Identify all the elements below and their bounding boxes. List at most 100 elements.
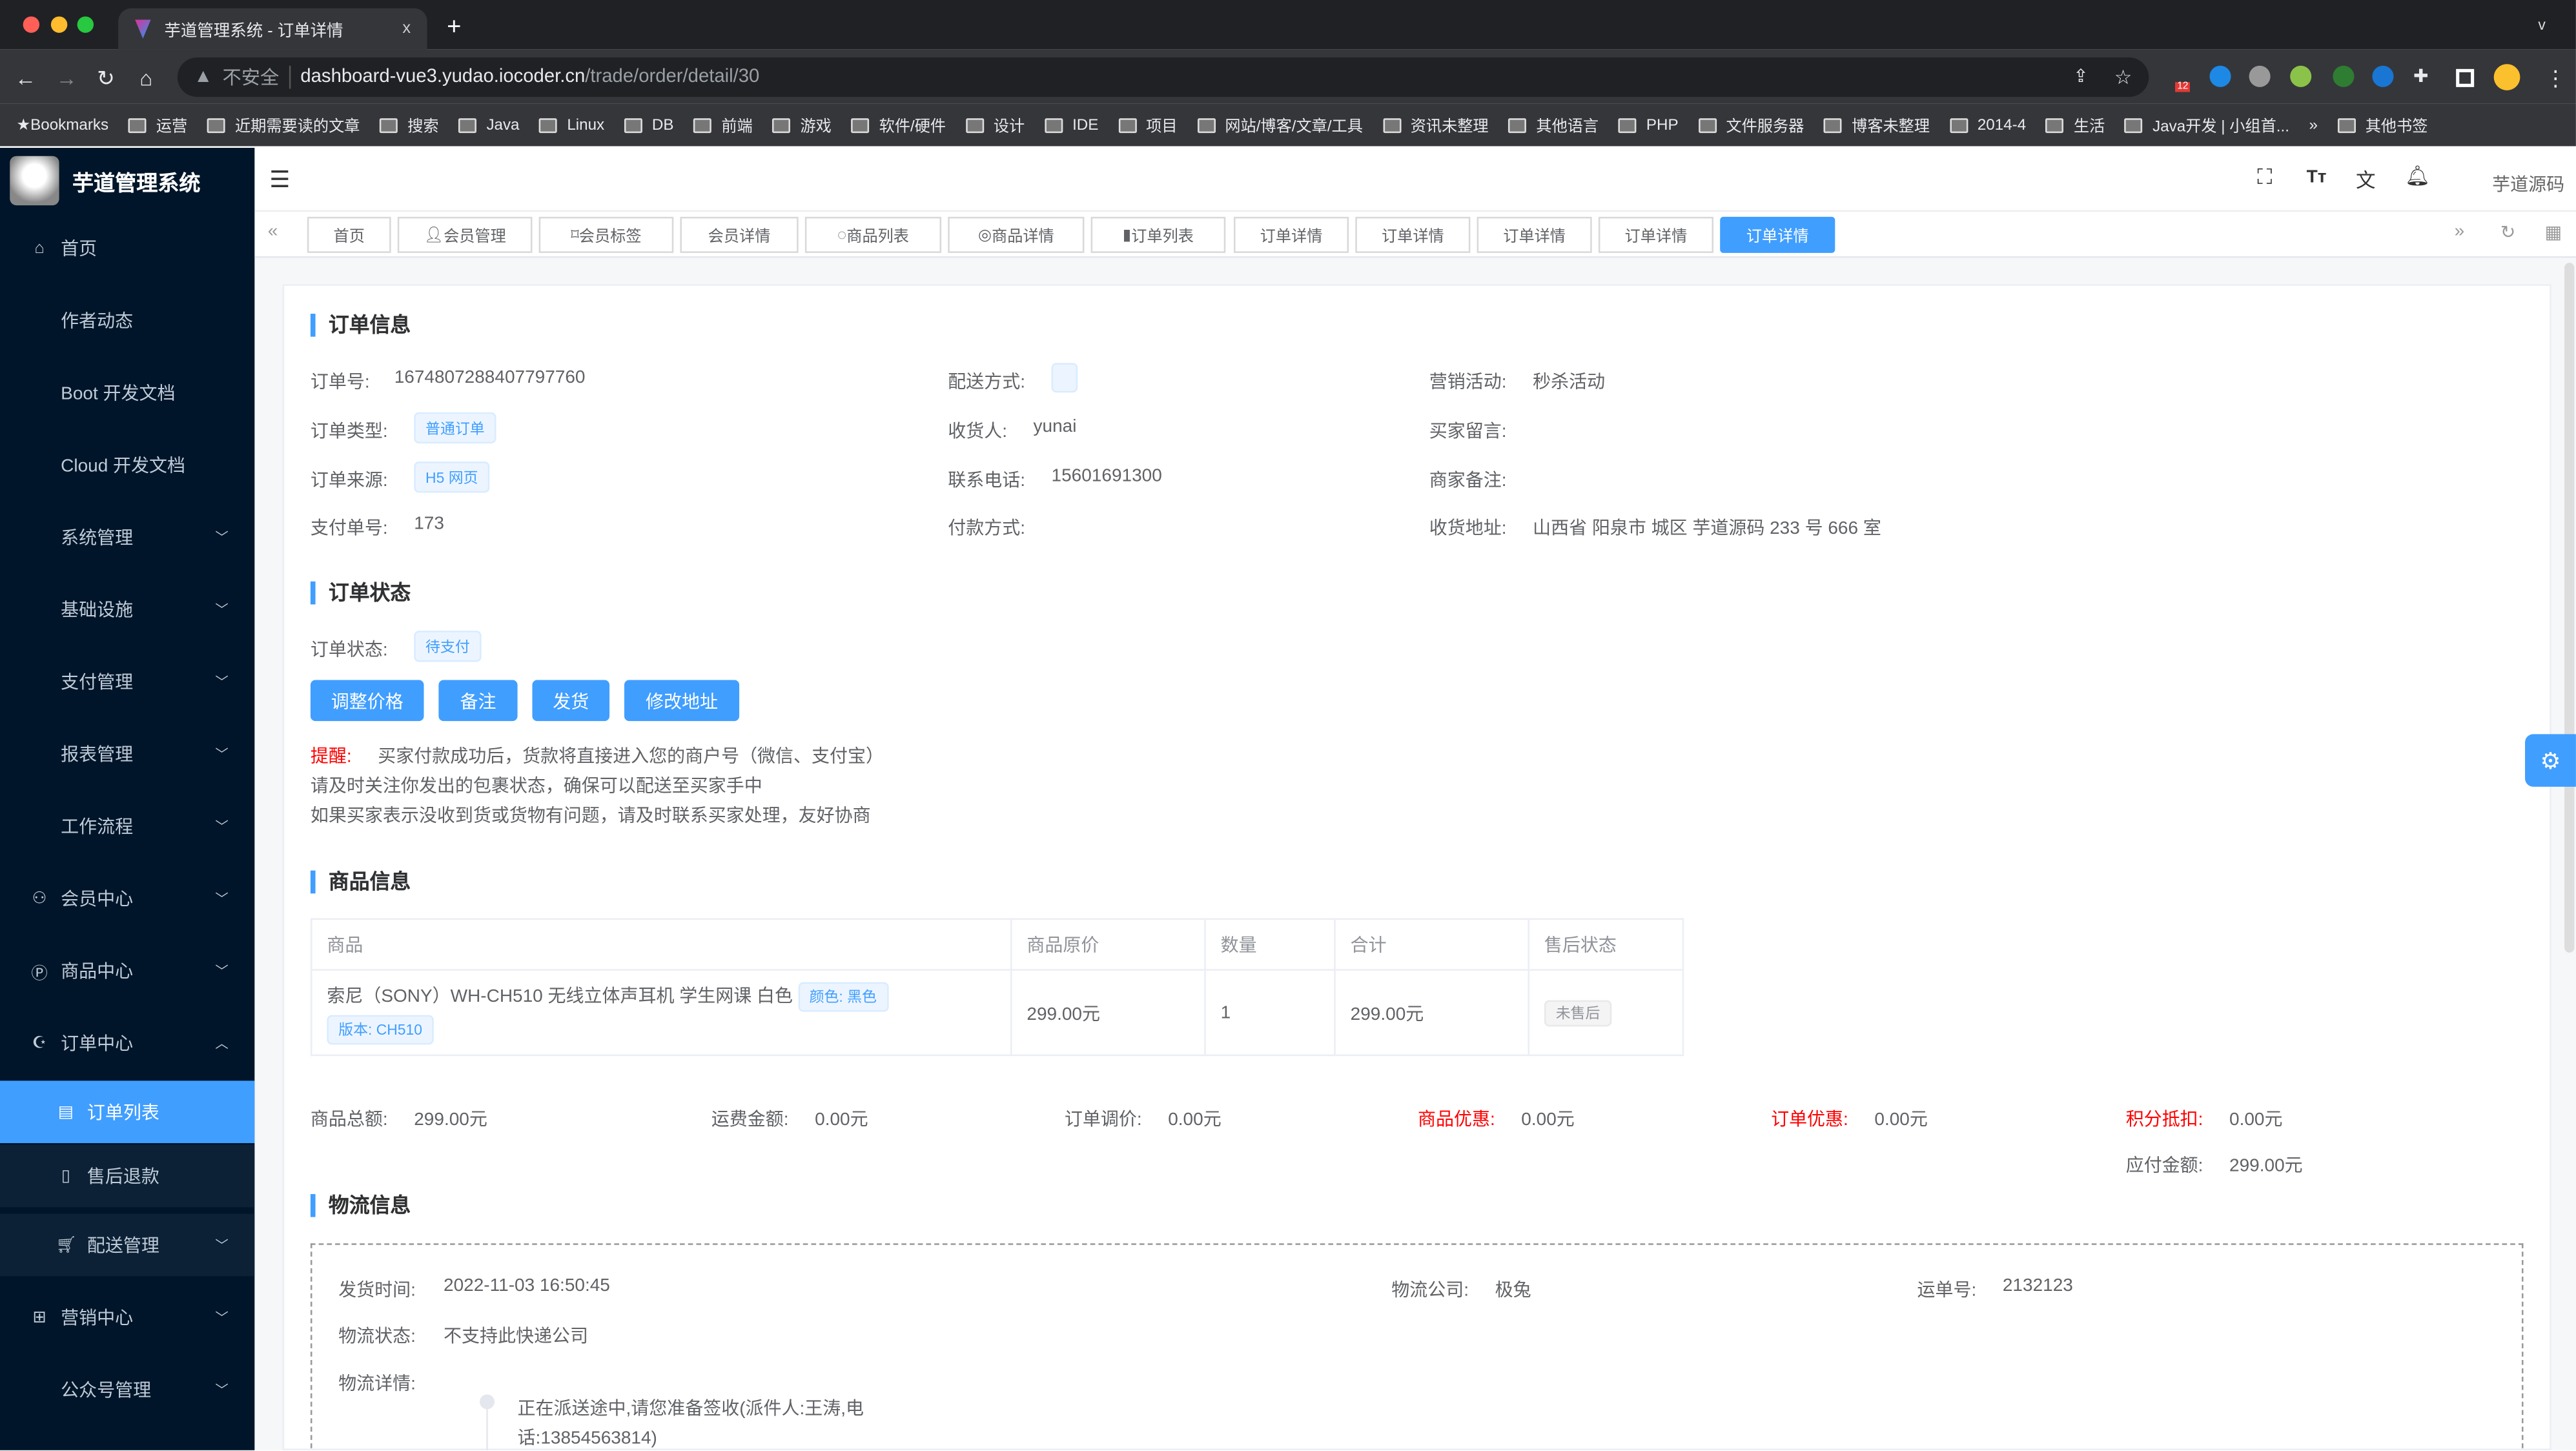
sidebar-item[interactable]: 🛒︎ 配送管理 ﹀: [0, 1213, 255, 1277]
maximize-window-button[interactable]: [77, 16, 94, 33]
tab-search-chevron-icon[interactable]: v: [2538, 16, 2545, 32]
bookmark-item[interactable]: 软件/硬件: [851, 114, 946, 136]
folder-icon: [1618, 117, 1637, 132]
settings-gear-button[interactable]: ⚙: [2525, 734, 2576, 787]
bookmark-item[interactable]: »: [2309, 116, 2317, 134]
bookmark-item[interactable]: PHP: [1618, 116, 1679, 134]
sidebar-item[interactable]: ▯ 售后退款: [0, 1144, 255, 1208]
chevron-down-icon: ﹀: [215, 1237, 229, 1253]
bookmark-item[interactable]: 前端: [693, 114, 753, 136]
bookmark-item[interactable]: 网站/博客/文章/工具: [1197, 114, 1363, 136]
bookmark-item[interactable]: 搜索: [380, 114, 439, 136]
sidebar-item[interactable]: 系统管理 ﹀: [0, 506, 254, 569]
tag-tab[interactable]: ▮ 订单列表: [1090, 216, 1226, 253]
extension-icon[interactable]: [2209, 65, 2231, 87]
tag-tab[interactable]: 会员详情: [680, 216, 799, 253]
ship-button[interactable]: 发货: [532, 680, 610, 722]
sidebar-item[interactable]: Boot 开发文档: [0, 361, 254, 424]
back-icon[interactable]: ←: [15, 66, 36, 90]
bookmark-item[interactable]: Java开发 | 小组首...: [2124, 114, 2289, 136]
bookmark-item[interactable]: 其他语言: [1508, 114, 1599, 136]
sidebar-item[interactable]: ☪ 订单中心 ︿: [0, 1011, 254, 1074]
share-icon[interactable]: ⇪: [2073, 66, 2088, 87]
tag-tab[interactable]: 订单详情: [1720, 216, 1835, 253]
bookmark-item[interactable]: 博客未整理: [1823, 114, 1930, 136]
sidebar-brand[interactable]: 芋道管理系统: [0, 148, 254, 214]
warning-icon: ▲: [194, 67, 213, 87]
sidebar-item[interactable]: 基础设施 ﹀: [0, 578, 254, 641]
tab-title: 芋道管理系统 - 订单详情: [164, 23, 343, 41]
tag-tab[interactable]: 订单详情: [1598, 216, 1714, 253]
scroll-right-icon[interactable]: »: [2455, 222, 2465, 242]
sidebar-item[interactable]: 工作流程 ﹀: [0, 795, 254, 858]
bookmark-item[interactable]: DB: [624, 116, 674, 134]
extension-icon[interactable]: 12: [2167, 66, 2190, 92]
tag-tab[interactable]: ◎ 商品详情: [948, 216, 1085, 253]
bookmark-item[interactable]: 游戏: [772, 114, 832, 136]
bookmark-item[interactable]: 设计: [965, 114, 1025, 136]
bookmarks-star[interactable]: ★ Bookmarks: [16, 116, 108, 134]
bookmark-item[interactable]: Java: [458, 116, 520, 134]
tag-tab[interactable]: ⌑ 会员标签: [538, 216, 674, 253]
reminder-text: 请及时关注你发出的包裹状态，确保可以配送至买家手中: [310, 776, 762, 797]
translate-icon[interactable]: 文: [2356, 166, 2376, 194]
sidebar-item[interactable]: 公众号管理 ﹀: [0, 1358, 254, 1421]
sidebar-item[interactable]: ⌂ 首页: [0, 217, 254, 279]
hamburger-icon[interactable]: ☰: [269, 166, 290, 194]
forward-icon[interactable]: →: [56, 66, 77, 90]
menu-dots-icon[interactable]: ⋮: [2545, 66, 2566, 92]
grid-icon[interactable]: ▦: [2545, 222, 2562, 243]
home-icon[interactable]: ⌂: [139, 66, 152, 90]
star-icon: ★: [16, 116, 31, 134]
extension-icon[interactable]: [2372, 65, 2394, 87]
sidebar-item[interactable]: Ⓟ 商品中心 ﹀: [0, 940, 254, 1002]
puzzle-icon[interactable]: ✚: [2413, 66, 2428, 87]
user-name[interactable]: 芋道源码: [2492, 171, 2564, 198]
minimize-window-button[interactable]: [50, 16, 68, 33]
sidebar-item[interactable]: ▤ 订单列表: [0, 1081, 255, 1144]
fullscreen-icon[interactable]: ⛶: [2257, 164, 2272, 190]
sidebar-item[interactable]: Cloud 开发文档: [0, 434, 254, 496]
tag-tab[interactable]: 首页: [307, 216, 391, 253]
bookmark-item[interactable]: 生活: [2045, 114, 2105, 136]
tag-tab[interactable]: ◌ 商品列表: [804, 216, 942, 253]
extension-icon[interactable]: [2290, 65, 2312, 87]
tag-tab[interactable]: 订单详情: [1477, 216, 1592, 253]
new-tab-button[interactable]: +: [447, 13, 461, 41]
sidebar-item[interactable]: 报表管理 ﹀: [0, 723, 254, 786]
profile-avatar[interactable]: [2493, 64, 2520, 90]
edit-address-button[interactable]: 修改地址: [624, 680, 740, 722]
bookmark-item[interactable]: 近期需要读的文章: [207, 114, 360, 136]
tag-tab[interactable]: 👤︎ 会员管理: [397, 216, 533, 253]
tag-tab[interactable]: 订单详情: [1233, 216, 1349, 253]
bookmark-item[interactable]: 文件服务器: [1698, 114, 1804, 136]
star-icon[interactable]: ☆: [2114, 66, 2132, 89]
refresh-icon[interactable]: ↻: [2500, 222, 2515, 243]
scrollbar[interactable]: [2564, 263, 2575, 953]
bookmark-item[interactable]: 运营: [128, 114, 187, 136]
sidebar-item[interactable]: ⚇ 会员中心 ﹀: [0, 868, 254, 930]
sidepanel-icon[interactable]: [2456, 68, 2475, 87]
tag-tab[interactable]: 订单详情: [1355, 216, 1471, 253]
bookmark-item[interactable]: Linux: [539, 116, 604, 134]
font-size-icon[interactable]: Tт: [2307, 168, 2327, 188]
sidebar-item[interactable]: ⊞ 营销中心 ﹀: [0, 1286, 254, 1348]
sidebar-item[interactable]: 支付管理 ﹀: [0, 651, 254, 713]
bookmark-item[interactable]: 项目: [1118, 114, 1178, 136]
sidebar-item[interactable]: 作者动态: [0, 289, 254, 352]
reload-icon[interactable]: ↻: [97, 66, 115, 92]
scroll-left-icon[interactable]: «: [268, 222, 278, 242]
close-tab-icon[interactable]: x: [402, 20, 411, 38]
bookmark-item[interactable]: 资讯未整理: [1382, 114, 1489, 136]
browser-tab[interactable]: 芋道管理系统 - 订单详情 x: [118, 8, 427, 50]
bookmark-item[interactable]: 2014-4: [1949, 116, 2026, 134]
address-bar[interactable]: ▲ 不安全 dashboard-vue3.yudao.iocoder.cn/tr…: [177, 57, 2149, 97]
remark-button[interactable]: 备注: [438, 680, 518, 722]
extension-icon[interactable]: [2249, 65, 2271, 87]
bell-icon[interactable]: 🔔︎: [2405, 164, 2430, 187]
bookmark-item[interactable]: IDE: [1044, 116, 1098, 134]
bookmark-item[interactable]: 其他书签: [2337, 114, 2428, 136]
adjust-price-button[interactable]: 调整价格: [310, 680, 424, 722]
close-window-button[interactable]: [23, 16, 40, 33]
extension-icon[interactable]: [2333, 65, 2355, 87]
